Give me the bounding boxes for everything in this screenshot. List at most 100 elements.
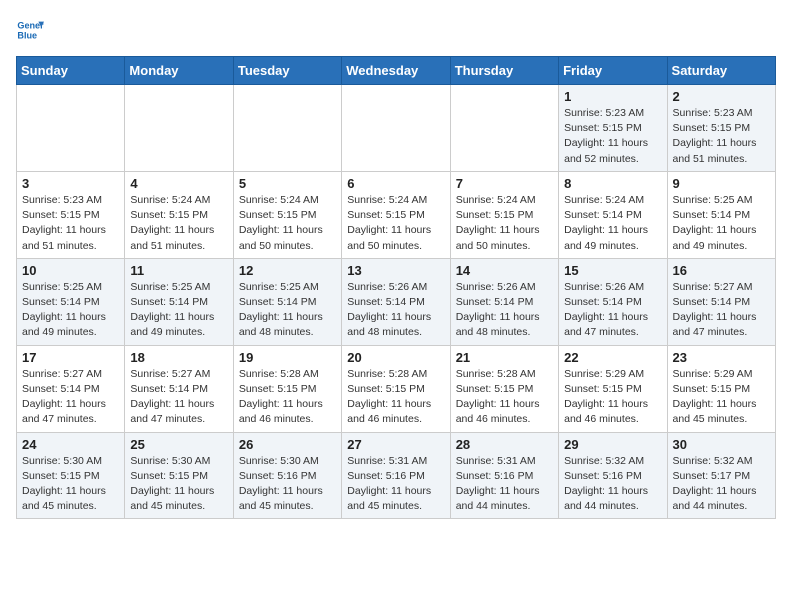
calendar-cell: 4 Sunrise: 5:24 AM Sunset: 5:15 PM Daylig… [125,171,233,258]
day-info: Sunrise: 5:26 AM Sunset: 5:14 PM Dayligh… [564,280,661,341]
weekday-header: Monday [125,57,233,85]
page-header: General Blue [16,16,776,44]
day-number: 1 [564,89,661,104]
weekday-header: Saturday [667,57,775,85]
calendar-cell: 27Sunrise: 5:31 AM Sunset: 5:16 PM Dayli… [342,432,450,519]
day-info: Sunrise: 5:26 AM Sunset: 5:14 PM Dayligh… [347,280,444,341]
logo: General Blue [16,16,48,44]
day-number: 20 [347,350,444,365]
day-info: Sunrise: 5:25 AM Sunset: 5:14 PM Dayligh… [22,280,119,341]
day-number: 3 [22,176,119,191]
calendar-body: 1 Sunrise: 5:23 AM Sunset: 5:15 PM Daylig… [17,85,776,519]
calendar-cell: 29 Sunrise: 5:32 AM Sunset: 5:16 PM Dayli… [559,432,667,519]
day-number: 7 [456,176,553,191]
calendar-week-row: 24 Sunrise: 5:30 AM Sunset: 5:15 PM Dayli… [17,432,776,519]
day-info: Sunrise: 5:24 AM Sunset: 5:15 PM Dayligh… [347,193,444,254]
day-info: Sunrise: 5:24 AM Sunset: 5:15 PM Dayligh… [130,193,227,254]
day-number: 14 [456,263,553,278]
weekday-header: Thursday [450,57,558,85]
day-number: 15 [564,263,661,278]
calendar-cell: 10 Sunrise: 5:25 AM Sunset: 5:14 PM Dayli… [17,258,125,345]
day-info: Sunrise: 5:23 AM Sunset: 5:15 PM Dayligh… [564,106,661,167]
weekday-header: Friday [559,57,667,85]
day-number: 10 [22,263,119,278]
calendar-cell: 5 Sunrise: 5:24 AM Sunset: 5:15 PM Daylig… [233,171,341,258]
day-info: Sunrise: 5:25 AM Sunset: 5:14 PM Dayligh… [130,280,227,341]
day-number: 9 [673,176,770,191]
day-number: 18 [130,350,227,365]
calendar-cell: 25 Sunrise: 5:30 AM Sunset: 5:15 PM Dayli… [125,432,233,519]
calendar-cell: 8Sunrise: 5:24 AM Sunset: 5:14 PM Daylig… [559,171,667,258]
weekday-header: Tuesday [233,57,341,85]
calendar-cell: 23Sunrise: 5:29 AM Sunset: 5:15 PM Dayli… [667,345,775,432]
calendar-week-row: 10 Sunrise: 5:25 AM Sunset: 5:14 PM Dayli… [17,258,776,345]
day-info: Sunrise: 5:28 AM Sunset: 5:15 PM Dayligh… [456,367,553,428]
calendar-cell: 19 Sunrise: 5:28 AM Sunset: 5:15 PM Dayli… [233,345,341,432]
day-info: Sunrise: 5:23 AM Sunset: 5:15 PM Dayligh… [22,193,119,254]
calendar-cell: 28 Sunrise: 5:31 AM Sunset: 5:16 PM Dayli… [450,432,558,519]
day-number: 5 [239,176,336,191]
day-number: 29 [564,437,661,452]
calendar-table: SundayMondayTuesdayWednesdayThursdayFrid… [16,56,776,519]
day-info: Sunrise: 5:23 AM Sunset: 5:15 PM Dayligh… [673,106,770,167]
calendar-cell: 22 Sunrise: 5:29 AM Sunset: 5:15 PM Dayli… [559,345,667,432]
calendar-cell: 21 Sunrise: 5:28 AM Sunset: 5:15 PM Dayli… [450,345,558,432]
day-number: 26 [239,437,336,452]
day-info: Sunrise: 5:30 AM Sunset: 5:15 PM Dayligh… [130,454,227,515]
day-info: Sunrise: 5:29 AM Sunset: 5:15 PM Dayligh… [564,367,661,428]
calendar-cell: 17 Sunrise: 5:27 AM Sunset: 5:14 PM Dayli… [17,345,125,432]
calendar-cell: 7 Sunrise: 5:24 AM Sunset: 5:15 PM Daylig… [450,171,558,258]
calendar-cell: 14 Sunrise: 5:26 AM Sunset: 5:14 PM Dayli… [450,258,558,345]
calendar-cell: 2Sunrise: 5:23 AM Sunset: 5:15 PM Daylig… [667,85,775,172]
calendar-cell: 15 Sunrise: 5:26 AM Sunset: 5:14 PM Dayli… [559,258,667,345]
calendar-cell: 30Sunrise: 5:32 AM Sunset: 5:17 PM Dayli… [667,432,775,519]
day-number: 13 [347,263,444,278]
calendar-cell: 16 Sunrise: 5:27 AM Sunset: 5:14 PM Dayli… [667,258,775,345]
calendar-cell [233,85,341,172]
day-number: 8 [564,176,661,191]
day-number: 25 [130,437,227,452]
calendar-cell: 20 Sunrise: 5:28 AM Sunset: 5:15 PM Dayli… [342,345,450,432]
day-number: 21 [456,350,553,365]
calendar-cell: 13 Sunrise: 5:26 AM Sunset: 5:14 PM Dayli… [342,258,450,345]
calendar-cell [17,85,125,172]
calendar-cell [342,85,450,172]
day-info: Sunrise: 5:28 AM Sunset: 5:15 PM Dayligh… [347,367,444,428]
day-number: 17 [22,350,119,365]
day-info: Sunrise: 5:27 AM Sunset: 5:14 PM Dayligh… [130,367,227,428]
calendar-cell: 11 Sunrise: 5:25 AM Sunset: 5:14 PM Dayli… [125,258,233,345]
day-info: Sunrise: 5:27 AM Sunset: 5:14 PM Dayligh… [673,280,770,341]
day-number: 12 [239,263,336,278]
day-info: Sunrise: 5:32 AM Sunset: 5:16 PM Dayligh… [564,454,661,515]
day-number: 28 [456,437,553,452]
day-info: Sunrise: 5:30 AM Sunset: 5:15 PM Dayligh… [22,454,119,515]
day-info: Sunrise: 5:24 AM Sunset: 5:15 PM Dayligh… [239,193,336,254]
calendar-cell: 1 Sunrise: 5:23 AM Sunset: 5:15 PM Daylig… [559,85,667,172]
day-number: 22 [564,350,661,365]
calendar-week-row: 3 Sunrise: 5:23 AM Sunset: 5:15 PM Daylig… [17,171,776,258]
svg-text:Blue: Blue [17,30,37,40]
day-number: 24 [22,437,119,452]
day-info: Sunrise: 5:27 AM Sunset: 5:14 PM Dayligh… [22,367,119,428]
day-number: 23 [673,350,770,365]
calendar-cell: 6 Sunrise: 5:24 AM Sunset: 5:15 PM Daylig… [342,171,450,258]
day-number: 4 [130,176,227,191]
day-info: Sunrise: 5:25 AM Sunset: 5:14 PM Dayligh… [673,193,770,254]
day-info: Sunrise: 5:26 AM Sunset: 5:14 PM Dayligh… [456,280,553,341]
calendar-week-row: 17 Sunrise: 5:27 AM Sunset: 5:14 PM Dayli… [17,345,776,432]
day-number: 11 [130,263,227,278]
calendar-week-row: 1 Sunrise: 5:23 AM Sunset: 5:15 PM Daylig… [17,85,776,172]
logo-icon: General Blue [16,16,44,44]
day-number: 6 [347,176,444,191]
day-info: Sunrise: 5:28 AM Sunset: 5:15 PM Dayligh… [239,367,336,428]
calendar-cell: 3 Sunrise: 5:23 AM Sunset: 5:15 PM Daylig… [17,171,125,258]
day-info: Sunrise: 5:32 AM Sunset: 5:17 PM Dayligh… [673,454,770,515]
calendar-cell [125,85,233,172]
day-info: Sunrise: 5:25 AM Sunset: 5:14 PM Dayligh… [239,280,336,341]
day-info: Sunrise: 5:24 AM Sunset: 5:15 PM Dayligh… [456,193,553,254]
day-info: Sunrise: 5:31 AM Sunset: 5:16 PM Dayligh… [456,454,553,515]
weekday-header: Sunday [17,57,125,85]
day-number: 19 [239,350,336,365]
calendar-cell [450,85,558,172]
day-number: 16 [673,263,770,278]
